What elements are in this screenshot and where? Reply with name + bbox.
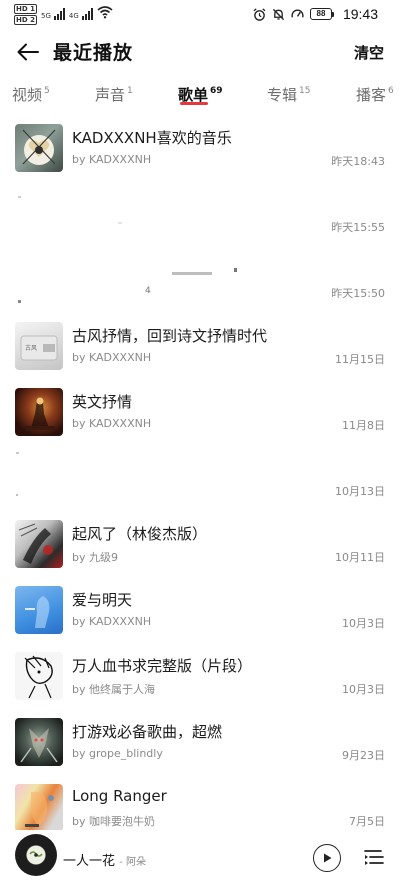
now-playing-disc[interactable] [15,834,57,876]
tab-video[interactable]: 视频 5 [12,84,50,105]
english-lyrical-cover-art [25,397,55,430]
status-left: HD 1 HD 2 5G 4G [14,4,113,25]
long-ranger-cover-art [25,791,54,827]
signal-1: 5G [41,4,65,20]
tab-count: 15 [299,86,311,96]
playlist-cover [15,124,63,172]
clock: 19:43 [342,6,378,22]
played-time: 7月5日 [349,815,385,828]
page-title: 最近播放 [53,42,134,64]
tab-audio[interactable]: 声音 1 [95,84,133,105]
play-button[interactable] [313,844,341,872]
album-art-thumbnail [27,846,45,864]
playlist-cover [15,718,63,766]
clear-button[interactable]: 清空 [354,42,384,63]
playlist-creator: by KADXXXNH [72,615,152,628]
playlist-title: 打游戏必备歌曲，超燃 [72,723,223,741]
tab-podcasts[interactable]: 播客 6 [356,84,394,105]
tab-bar: 视频 5 声音 1 歌单 69 专辑 15 播客 6 [0,80,400,114]
playlist-title: 起风了（林俊杰版） [72,525,208,543]
speedometer-icon [291,9,304,18]
hd1-badge: HD 1 [14,4,37,14]
faint-character: 4 [145,286,151,296]
wifi-icon [97,6,113,19]
active-tab-indicator [180,102,208,105]
ancient-style-cover-art: 古风 [20,335,58,361]
svg-text:古风: 古风 [25,344,37,352]
played-time: 11月8日 [342,419,385,432]
battery-icon: 88 [309,8,334,20]
tab-count: 69 [210,86,223,96]
alarm-icon [253,7,266,21]
tab-albums[interactable]: 专辑 15 [267,84,310,105]
playlist-row[interactable]: 万人血书求完整版（片段） by 他终属于人海 10月3日 [0,644,400,709]
hd2-badge: HD 2 [14,15,37,25]
playlist-cover [15,520,63,568]
playlist-title: 英文抒情 [72,393,133,411]
tab-count: 6 [388,86,394,96]
network-type-2: 4G [68,12,79,20]
playlist-creator: by KADXXXNH [72,153,152,166]
status-bar: HD 1 HD 2 5G 4G 88 19:43 [0,0,400,28]
status-right: 88 19:43 [253,6,378,22]
playlist-cover [15,784,63,832]
played-time: 10月3日 [342,617,385,630]
played-time: 11月15日 [335,353,385,366]
back-button[interactable] [14,38,42,66]
signal-bars-icon [53,8,65,20]
song-title: 一人一花 [63,854,116,869]
signal-bars-icon [81,8,93,20]
now-playing-info[interactable]: 一人一花 - 阿朵 [63,850,146,869]
playlist-title: 万人血书求完整版（片段） [72,657,253,675]
play-icon [324,853,332,863]
playlist-creator: by 九级9 [72,551,118,564]
header: 最近播放 清空 [0,30,400,74]
playlist-row[interactable]: 英文抒情 by KADXXXNH 11月8日 [0,380,400,445]
playlist-cover [15,652,63,700]
playlist-title: 古风抒情，回到诗文抒情时代 [72,327,268,345]
arrow-left-icon [17,43,39,61]
playlist-row[interactable]: 打游戏必备歌曲，超燃 by grope_blindly 9月23日 [0,710,400,775]
playlist-creator: by grope_blindly [72,747,163,760]
played-time: 昨天18:43 [331,155,385,168]
playlist-row[interactable]: 爱与明天 by KADXXXNH 10月3日 [0,578,400,643]
playlist-row[interactable]: KADXXXNH喜欢的音乐 by KADXXXNH 昨天18:43 [0,116,400,181]
song-artist: - 阿朵 [119,857,146,868]
playlist-title: 爱与明天 [72,591,133,609]
playlist-row[interactable]: 起风了（林俊杰版） by 九级9 10月11日 [0,512,400,577]
signal-2: 4G [69,4,93,20]
hd-indicators: HD 1 HD 2 [14,4,37,25]
playlist-creator: by 咖啡要泡牛奶 [72,815,155,828]
playlist-creator: by KADXXXNH [72,351,152,364]
playlist-cover [15,388,63,436]
heart-cover-art [22,129,56,165]
played-time: 10月13日 [335,485,385,498]
manga-sketch-cover-art [24,655,53,699]
battery-level: 88 [309,8,332,20]
playlist-cover: 古风 [15,322,63,370]
tab-count: 1 [127,86,133,96]
playlist-title: KADXXXNH喜欢的音乐 [72,129,232,147]
playlist-creator: by 他终属于人海 [72,683,155,696]
playlist-row[interactable]: 10月13日 [0,446,400,511]
gaming-warrior-cover-art [20,728,58,763]
network-type-1: 5G [40,12,51,20]
playlist-cover [15,586,63,634]
love-and-tomorrow-cover-art [25,596,50,628]
playlist-row[interactable]: 昨天15:55 [0,182,400,247]
playlist-creator: by KADXXXNH [72,417,152,430]
played-time: 10月11日 [335,551,385,564]
playlist-title: Long Ranger [72,787,167,805]
playlist-row[interactable]: 古风 古风抒情，回到诗文抒情时代 by KADXXXNH 11月15日 [0,314,400,379]
mini-player[interactable]: 一人一花 - 阿朵 [0,830,400,888]
playlist-row[interactable]: 4 昨天15:50 [0,248,400,313]
playlist-queue-icon[interactable] [363,846,385,868]
played-time: 10月3日 [342,683,385,696]
played-time: 9月23日 [342,749,385,762]
mute-bell-icon [272,8,285,20]
played-time: 昨天15:50 [331,287,385,300]
qifengle-cover-art [18,523,53,564]
tab-count: 5 [44,86,50,96]
played-time: 昨天15:55 [331,221,385,234]
